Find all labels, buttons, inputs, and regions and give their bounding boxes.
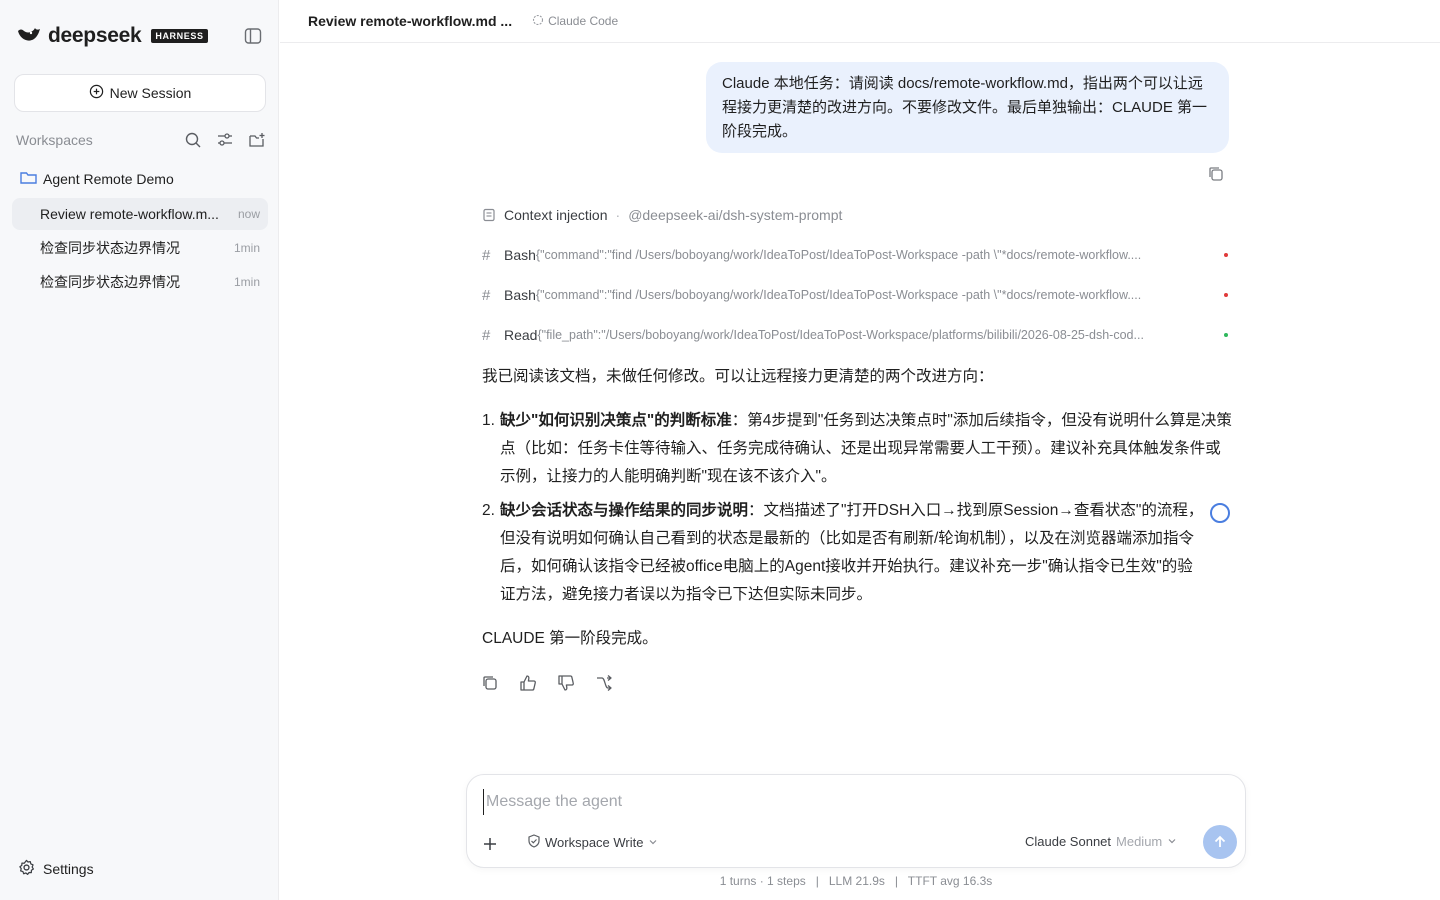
tool-name: Read xyxy=(504,327,538,343)
copy-icon[interactable] xyxy=(481,674,499,692)
session-time: 1min xyxy=(233,241,260,255)
tool-name: Bash xyxy=(504,287,536,303)
brand-badge: HARNESS xyxy=(151,29,208,43)
workspace-name: Agent Remote Demo xyxy=(43,171,174,187)
plus-circle-icon xyxy=(89,84,104,102)
folder-icon xyxy=(20,170,37,188)
session-time: now xyxy=(237,207,260,221)
message-input[interactable] xyxy=(483,789,1223,815)
new-folder-icon[interactable] xyxy=(248,131,266,149)
list-item: 1. 缺少"如何识别决策点"的判断标准：第4步提到"任务到达决策点时"添加后续指… xyxy=(482,407,1232,491)
message-actions xyxy=(481,674,613,692)
model-dropdown[interactable]: Claude Sonnet Medium xyxy=(1025,834,1177,849)
tool-call-row[interactable]: # Bash {"command":"find /Users/boboyang/… xyxy=(482,285,1230,305)
hash-icon: # xyxy=(482,326,491,344)
status-dot-error xyxy=(1224,253,1228,257)
session-title: Review remote-workflow.m... xyxy=(40,206,219,222)
context-label: Context injection xyxy=(504,207,608,223)
copy-icon[interactable] xyxy=(1207,165,1225,183)
permission-dropdown[interactable]: Workspace Write xyxy=(527,834,658,851)
hash-icon: # xyxy=(482,286,491,304)
separator-dot: · xyxy=(615,207,621,223)
session-title-header[interactable]: Review remote-workflow.md ... xyxy=(308,13,512,29)
session-item[interactable]: Review remote-workflow.m... now xyxy=(12,198,268,230)
chevron-down-icon xyxy=(648,835,658,850)
list-text: 缺少"如何识别决策点"的判断标准：第4步提到"任务到达决策点时"添加后续指令，但… xyxy=(500,407,1232,491)
arrow-up-icon xyxy=(1212,834,1228,850)
workspaces-label: Workspaces xyxy=(16,132,93,148)
permission-label: Workspace Write xyxy=(545,835,644,850)
shield-icon xyxy=(527,834,541,851)
sidebar: deepseek HARNESS New Session Workspaces xyxy=(0,0,279,900)
list-number: 2. xyxy=(482,502,495,519)
thumbs-up-icon[interactable] xyxy=(519,674,537,692)
list-bold: 缺少会话状态与操作结果的同步说明 xyxy=(500,502,749,519)
context-injection-row[interactable]: Context injection · @deepseek-ai/dsh-sys… xyxy=(482,205,1230,225)
status-dot-error xyxy=(1224,293,1228,297)
status-dot-success xyxy=(1224,333,1228,337)
add-attachment-button[interactable] xyxy=(479,833,501,855)
list-bold: 缺少"如何识别决策点"的判断标准 xyxy=(500,412,732,429)
model-level: Medium xyxy=(1116,834,1163,849)
session-title: 检查同步状态边界情况 xyxy=(40,274,180,290)
list-item: 2. 缺少会话状态与操作结果的同步说明：文档描述了"打开DSH入口→找到原Ses… xyxy=(482,497,1232,609)
settings-button[interactable]: Settings xyxy=(18,858,94,880)
agent-label: Claude Code xyxy=(532,14,618,29)
session-title: 检查同步状态边界情况 xyxy=(40,240,180,256)
document-icon xyxy=(482,208,504,222)
context-source: @deepseek-ai/dsh-system-prompt xyxy=(628,207,843,223)
session-header: Review remote-workflow.md ... Claude Cod… xyxy=(280,0,1440,43)
session-time: 1min xyxy=(233,275,260,289)
tool-args: {"command":"find /Users/boboyang/work/Id… xyxy=(535,248,1142,262)
list-text: 缺少会话状态与操作结果的同步说明：文档描述了"打开DSH入口→找到原Sessio… xyxy=(500,497,1232,609)
new-session-button[interactable]: New Session xyxy=(14,74,266,112)
filter-icon[interactable] xyxy=(216,131,234,149)
tool-call-row[interactable]: # Bash {"command":"find /Users/boboyang/… xyxy=(482,245,1230,265)
send-button[interactable] xyxy=(1203,825,1237,859)
answer-intro: 我已阅读该文档，未做任何修改。可以让远程接力更清楚的两个改进方向： xyxy=(482,368,994,385)
session-item[interactable]: 检查同步状态边界情况 1min xyxy=(12,232,268,264)
brand-logo[interactable]: deepseek HARNESS xyxy=(16,24,208,48)
settings-label: Settings xyxy=(43,861,94,877)
tool-name: Bash xyxy=(504,247,536,263)
search-icon[interactable] xyxy=(184,131,202,149)
model-name: Claude Sonnet xyxy=(1025,834,1112,849)
workspaces-header: Workspaces xyxy=(16,128,266,152)
composer: Workspace Write Claude Sonnet Medium xyxy=(466,774,1246,868)
new-session-label: New Session xyxy=(109,85,192,101)
whale-icon xyxy=(16,23,42,50)
cursor-indicator xyxy=(1210,503,1230,523)
gear-icon xyxy=(18,859,35,879)
agent-icon xyxy=(532,14,544,29)
run-stats: 1 turns · 1 steps | LLM 21.9s | TTFT avg… xyxy=(719,874,993,888)
brand-name: deepseek xyxy=(48,24,142,47)
branch-icon[interactable] xyxy=(595,674,613,692)
answer-closing: CLAUDE 第一阶段完成。 xyxy=(482,630,658,647)
sidebar-toggle-icon[interactable] xyxy=(244,27,262,45)
list-number: 1. xyxy=(482,412,495,429)
user-message: Claude 本地任务：请阅读 docs/remote-workflow.md，… xyxy=(706,62,1229,153)
session-item[interactable]: 检查同步状态边界情况 1min xyxy=(12,266,268,298)
workspace-item[interactable]: Agent Remote Demo xyxy=(20,168,174,190)
chevron-down-icon xyxy=(1167,834,1177,849)
tool-call-row[interactable]: # Read {"file_path":"/Users/boboyang/wor… xyxy=(482,325,1230,345)
tool-args: {"command":"find /Users/boboyang/work/Id… xyxy=(535,288,1142,302)
hash-icon: # xyxy=(482,246,491,264)
agent-name: Claude Code xyxy=(548,14,619,28)
thumbs-down-icon[interactable] xyxy=(557,674,575,692)
tool-args: {"file_path":"/Users/boboyang/work/IdeaT… xyxy=(537,328,1144,342)
